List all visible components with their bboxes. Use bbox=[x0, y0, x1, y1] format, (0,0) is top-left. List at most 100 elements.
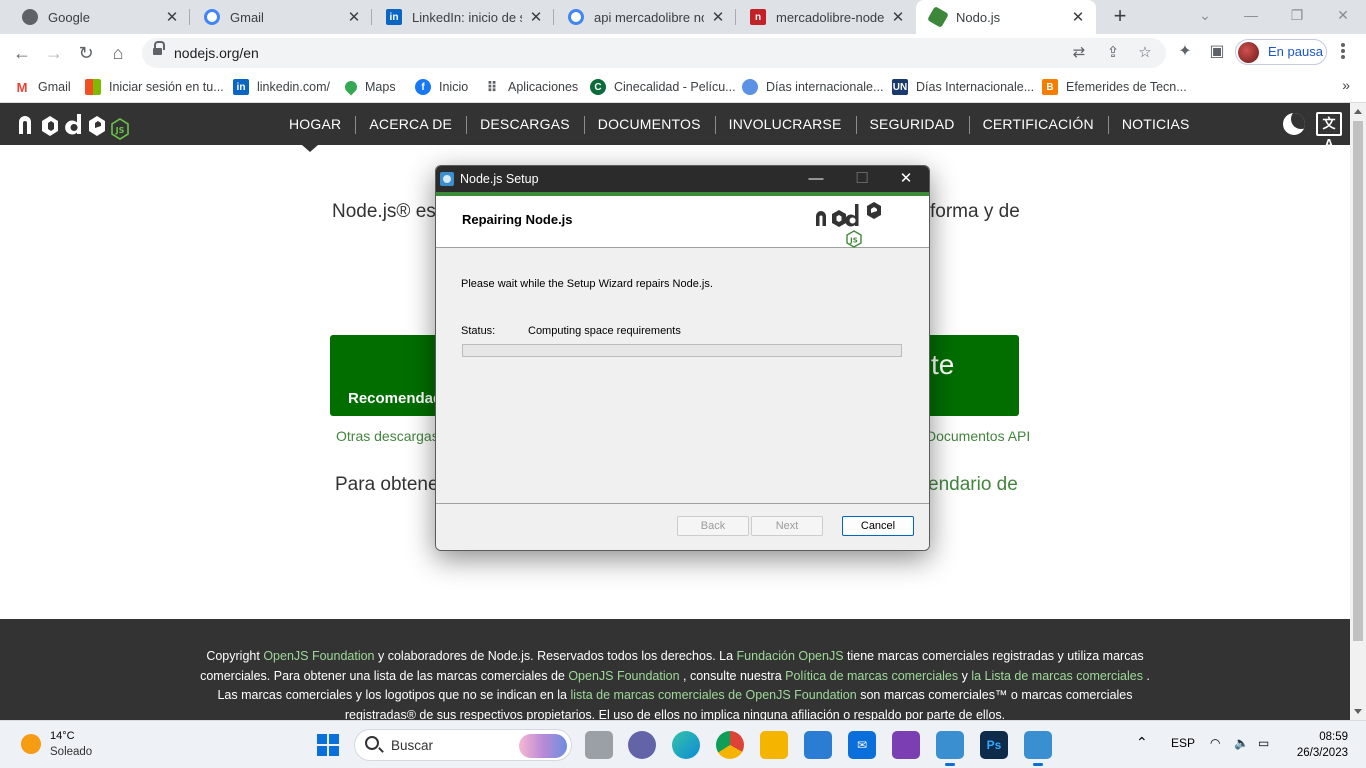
bookmark-cinecalidad[interactable]: C Cinecalidad - Pelícu... bbox=[590, 77, 736, 97]
nav-certificacion[interactable]: CERTIFICACIÓN bbox=[968, 116, 1108, 134]
bookmark-microsoft[interactable]: Iniciar sesión en tu... bbox=[85, 77, 224, 97]
dialog-titlebar[interactable]: Node.js Setup — ☐ ✕ bbox=[436, 166, 929, 192]
tab-google[interactable]: Google ✕ bbox=[8, 0, 190, 34]
lock-icon[interactable] bbox=[153, 41, 165, 57]
scroll-thumb[interactable] bbox=[1353, 121, 1363, 641]
edge-icon[interactable] bbox=[672, 731, 700, 759]
scroll-up-icon[interactable] bbox=[1354, 109, 1362, 114]
close-icon[interactable]: ✕ bbox=[1070, 8, 1086, 26]
setup-dialog: Node.js Setup — ☐ ✕ Repairing Node.js JS… bbox=[435, 165, 930, 551]
chrome-icon[interactable] bbox=[716, 731, 744, 759]
un-logo-icon: UN bbox=[892, 79, 908, 95]
reload-icon[interactable]: ↻ bbox=[74, 41, 98, 65]
photoshop-icon[interactable]: Ps bbox=[980, 731, 1008, 759]
side-panel-icon[interactable]: ▣ bbox=[1207, 42, 1227, 62]
translate-icon[interactable]: ⇄ bbox=[1070, 44, 1088, 62]
tab-search-icon[interactable]: ⌄ bbox=[1182, 0, 1228, 34]
bookmark-un-days[interactable]: Días internacionale... bbox=[742, 77, 883, 97]
close-icon[interactable]: ✕ bbox=[890, 8, 906, 26]
taskbar-search[interactable]: Buscar bbox=[354, 729, 572, 761]
bookmark-apps[interactable]: ⠿ Aplicaciones bbox=[484, 77, 579, 97]
volume-icon[interactable]: 🔈 bbox=[1234, 736, 1249, 750]
back-arrow-icon[interactable]: ← bbox=[10, 41, 34, 65]
footer-link-openjs-2[interactable]: OpenJS Foundation bbox=[568, 669, 679, 683]
forward-arrow-icon[interactable]: → bbox=[42, 41, 66, 65]
dialog-minimize-icon[interactable]: — bbox=[793, 166, 839, 192]
close-icon[interactable]: ✕ bbox=[710, 8, 726, 26]
footer-link-fundacion[interactable]: Fundación OpenJS bbox=[737, 649, 844, 663]
close-window-icon[interactable]: ✕ bbox=[1320, 0, 1366, 34]
more-bookmarks-icon[interactable]: » bbox=[1342, 77, 1350, 93]
nav-descargas[interactable]: DESCARGAS bbox=[466, 116, 584, 134]
bookmark-efemerides[interactable]: B Efemerides de Tecn... bbox=[1042, 77, 1187, 97]
teams-chat-icon[interactable] bbox=[628, 731, 656, 759]
task-view-icon[interactable] bbox=[585, 731, 613, 759]
language-translate-icon[interactable]: 文A bbox=[1316, 112, 1342, 151]
footer-link-trademark-list[interactable]: la Lista de marcas comerciales bbox=[971, 669, 1143, 683]
nav-acerca-de[interactable]: ACERCA DE bbox=[355, 116, 466, 134]
system-clock[interactable]: 08:59 26/3/2023 bbox=[1288, 729, 1348, 761]
battery-icon[interactable]: ▭ bbox=[1258, 736, 1269, 750]
schedule-link[interactable]: endario de bbox=[928, 474, 1018, 496]
close-icon[interactable]: ✕ bbox=[346, 8, 362, 26]
bookmark-un-international[interactable]: UN Días Internacionale... bbox=[892, 77, 1034, 97]
dialog-title: Node.js Setup bbox=[460, 172, 539, 186]
linkedin-icon: in bbox=[233, 79, 249, 95]
footer-link-trademark-policy[interactable]: Política de marcas comerciales bbox=[785, 669, 958, 683]
visual-studio-icon[interactable] bbox=[892, 731, 920, 759]
footer-link-openjs-trademarks[interactable]: lista de marcas comerciales de OpenJS Fo… bbox=[570, 688, 856, 702]
star-icon[interactable]: ☆ bbox=[1136, 44, 1154, 62]
home-icon[interactable]: ⌂ bbox=[106, 41, 130, 65]
wifi-icon[interactable]: ◠ bbox=[1210, 736, 1220, 750]
windows-start-icon[interactable] bbox=[317, 734, 339, 756]
download-current-label: te bbox=[931, 349, 955, 380]
download-current-button[interactable]: te bbox=[925, 335, 1019, 416]
nav-noticias[interactable]: NOTICIAS bbox=[1107, 116, 1204, 134]
site-nav: JS HOGAR ACERCA DE DESCARGAS DOCUMENTOS … bbox=[0, 103, 1350, 151]
nav-involucrarse[interactable]: INVOLUCRARSE bbox=[714, 116, 856, 134]
menu-kebab-icon[interactable] bbox=[1340, 42, 1346, 62]
file-explorer-icon[interactable] bbox=[760, 731, 788, 759]
chevron-up-icon[interactable]: ⌃ bbox=[1136, 734, 1148, 751]
tab-gmail[interactable]: Gmail ✕ bbox=[190, 0, 372, 34]
nav-documentos[interactable]: DOCUMENTOS bbox=[583, 116, 715, 134]
bookmark-gmail[interactable]: M Gmail bbox=[14, 77, 71, 97]
dialog-body: Please wait while the Setup Wizard repai… bbox=[436, 249, 929, 503]
footer-link-openjs[interactable]: OpenJS Foundation bbox=[263, 649, 374, 663]
bookmark-linkedin[interactable]: in linkedin.com/ bbox=[233, 77, 330, 97]
dark-mode-moon-icon[interactable] bbox=[1283, 113, 1305, 135]
scroll-down-icon[interactable] bbox=[1354, 709, 1362, 714]
tab-api-mercadolibre[interactable]: api mercadolibre node ✕ bbox=[554, 0, 736, 34]
other-downloads-link[interactable]: Otras descargas | bbox=[336, 428, 446, 444]
setup-icon[interactable] bbox=[1024, 731, 1052, 766]
address-bar[interactable]: nodejs.org/en ⇄ ⇪ ☆ bbox=[142, 38, 1166, 68]
bookmark-facebook[interactable]: f Inicio bbox=[415, 77, 468, 97]
profile-button[interactable]: En pausa bbox=[1235, 39, 1327, 65]
extensions-icon[interactable]: ✦ bbox=[1175, 42, 1195, 62]
page-scrollbar[interactable] bbox=[1350, 103, 1366, 720]
tab-title: Gmail bbox=[230, 9, 264, 25]
installer-icon[interactable] bbox=[936, 731, 964, 766]
maximize-icon[interactable]: ❐ bbox=[1274, 0, 1320, 34]
share-icon[interactable]: ⇪ bbox=[1104, 44, 1122, 62]
nodejs-logo[interactable]: JS bbox=[17, 112, 129, 140]
minimize-icon[interactable]: — bbox=[1228, 0, 1274, 34]
nav-seguridad[interactable]: SEGURIDAD bbox=[855, 116, 969, 134]
microsoft-store-icon[interactable] bbox=[804, 731, 832, 759]
cancel-button[interactable]: Cancel bbox=[842, 516, 914, 536]
mail-icon[interactable]: ✉ bbox=[848, 731, 876, 759]
tab-nodejs[interactable]: Nodo.js ✕ bbox=[916, 0, 1096, 34]
tab-linkedin[interactable]: in LinkedIn: inicio de ses ✕ bbox=[372, 0, 554, 34]
tab-mercadolibre-nodejs[interactable]: n mercadolibre-nodejs- ✕ bbox=[736, 0, 916, 34]
close-icon[interactable]: ✕ bbox=[528, 8, 544, 26]
close-icon[interactable]: ✕ bbox=[164, 8, 180, 26]
bookmark-maps[interactable]: Maps bbox=[342, 77, 396, 97]
dialog-close-icon[interactable]: ✕ bbox=[883, 166, 929, 192]
url-text[interactable]: nodejs.org/en bbox=[174, 45, 259, 61]
new-tab-button[interactable]: + bbox=[1108, 5, 1132, 29]
download-lts-button[interactable]: Recomendad bbox=[330, 335, 442, 416]
nav-hogar[interactable]: HOGAR bbox=[275, 116, 355, 132]
api-docs-link[interactable]: Documentos API bbox=[926, 428, 1030, 444]
input-language[interactable]: ESP bbox=[1171, 736, 1195, 750]
status-label: Status: bbox=[461, 325, 496, 337]
